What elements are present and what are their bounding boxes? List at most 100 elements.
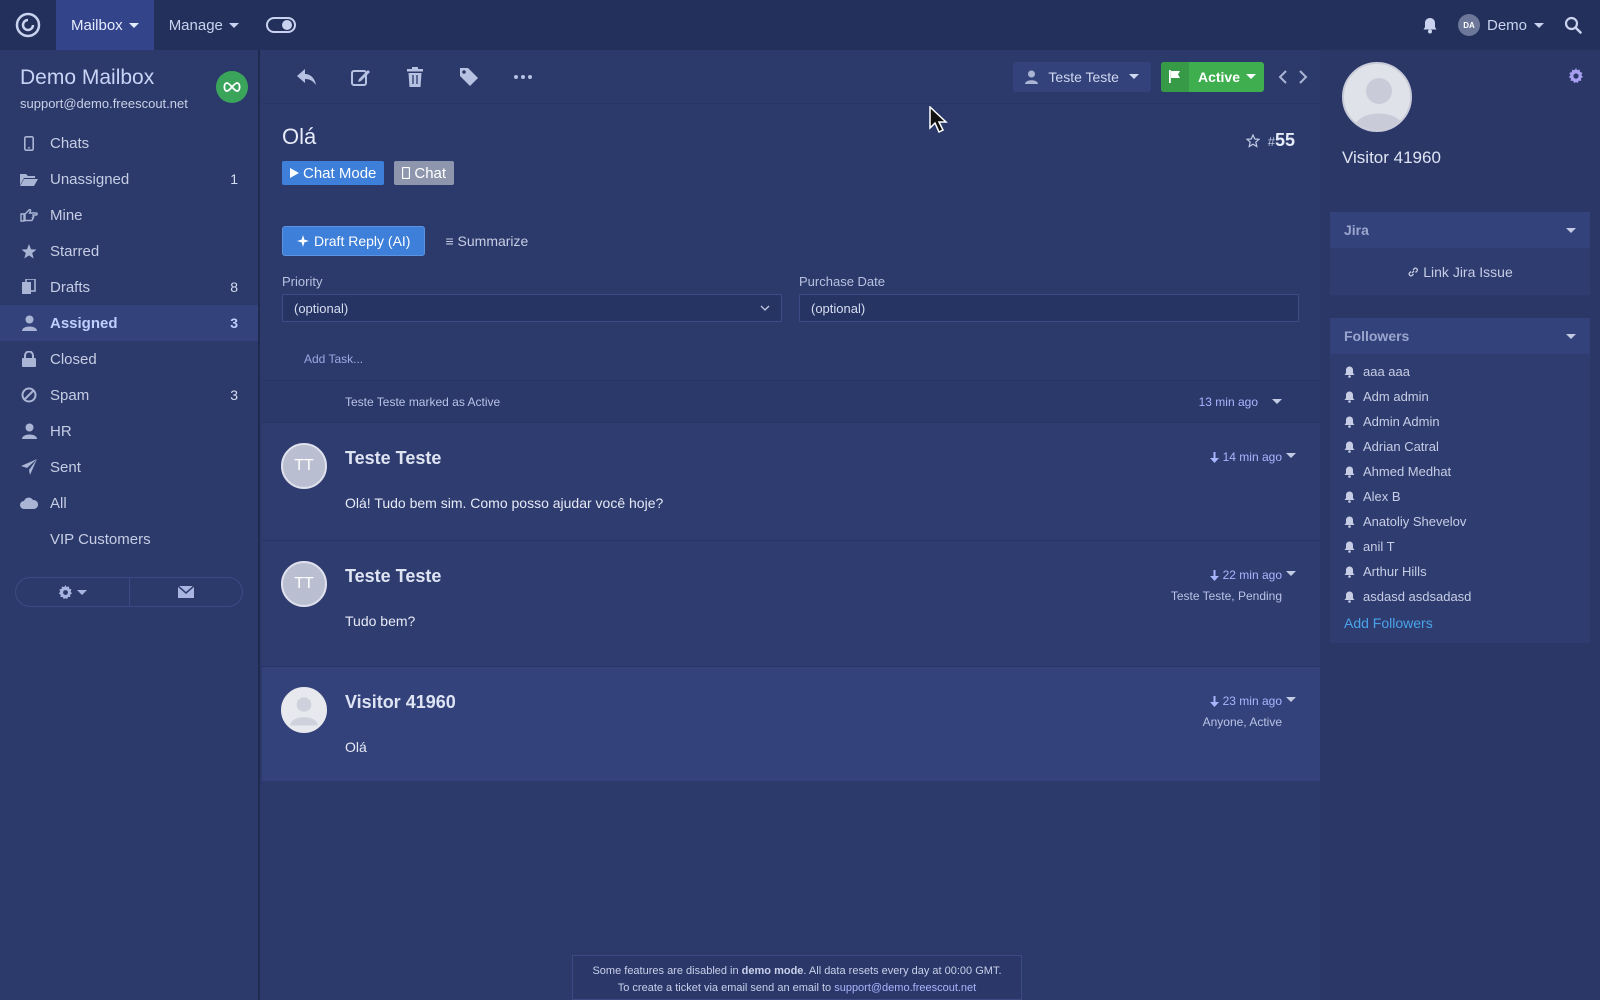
user-menu[interactable]: DA Demo — [1457, 14, 1544, 36]
folder-list: Chats Unassigned 1 Mine Starred Drafts 8 Assign… — [0, 125, 258, 557]
sidebar-item-unassigned[interactable]: Unassigned 1 — [0, 161, 258, 197]
notice-bold: demo mode — [741, 965, 804, 977]
chevron-down-icon[interactable] — [1286, 453, 1296, 458]
chat-tag[interactable]: Chat — [394, 161, 455, 185]
chevron-down-icon[interactable] — [1272, 399, 1282, 404]
mailbox-menu[interactable]: Mailbox — [56, 0, 154, 50]
bell-icon — [1344, 441, 1355, 453]
link-jira-label: Link Jira Issue — [1423, 263, 1513, 280]
message-time: 23 min ago — [1222, 694, 1282, 708]
chevron-down-icon[interactable] — [1286, 571, 1296, 576]
jira-card-header[interactable]: Jira — [1330, 212, 1590, 248]
sidebar-item-closed[interactable]: Closed — [0, 341, 258, 377]
sidebar-item-drafts[interactable]: Drafts 8 — [0, 269, 258, 305]
message-status: Teste Teste, Pending — [1170, 589, 1282, 603]
star-icon[interactable] — [1245, 133, 1260, 148]
freescout-logo-icon[interactable] — [0, 0, 56, 50]
follower-item[interactable]: aaa aaa — [1330, 359, 1590, 384]
lock-icon — [20, 350, 38, 368]
follower-item[interactable]: Alex B — [1330, 484, 1590, 509]
purchase-date-field: Purchase Date (optional) — [799, 274, 1299, 322]
dark-mode-toggle[interactable] — [265, 17, 296, 33]
avatar: TT — [281, 443, 327, 489]
follower-item[interactable]: Ahmed Medhat — [1330, 459, 1590, 484]
more-actions-button[interactable] — [496, 57, 550, 97]
sidebar-item-chats[interactable]: Chats — [0, 125, 258, 161]
chevron-left-icon[interactable] — [1278, 69, 1288, 84]
chat-mode-tag[interactable]: Chat Mode — [282, 161, 385, 185]
follower-name: Alex B — [1363, 489, 1401, 504]
sidebar-item-spam[interactable]: Spam 3 — [0, 377, 258, 413]
chevron-right-icon[interactable] — [1298, 69, 1308, 84]
sidebar-item-assigned[interactable]: Assigned 3 — [0, 305, 258, 341]
support-email-link[interactable]: support@demo.freescout.net — [834, 982, 976, 994]
followers-list: aaa aaa Adm admin Admin Admin Adrian Catral… — [1330, 354, 1590, 609]
mobile-icon — [20, 134, 38, 152]
follower-item[interactable]: Adrian Catral — [1330, 434, 1590, 459]
ellipsis-icon — [514, 74, 532, 79]
edit-button[interactable] — [334, 57, 388, 97]
thread-message: TT Teste Teste Olá! Tudo bem sim. Como p… — [262, 422, 1320, 540]
event-time: 13 min ago — [1198, 394, 1258, 409]
follower-item[interactable]: asdasd asdsadasd — [1330, 584, 1590, 609]
customer-name[interactable]: Visitor 41960 — [1342, 148, 1441, 168]
follower-item[interactable]: Arthur Hills — [1330, 559, 1590, 584]
notice-text: To create a ticket via email send an ema… — [617, 982, 835, 994]
reply-button[interactable] — [280, 57, 334, 97]
add-task-link[interactable]: Add Task... — [262, 322, 1320, 385]
sidebar-item-starred[interactable]: Starred — [0, 233, 258, 269]
chevron-down-icon — [76, 589, 87, 595]
manage-menu[interactable]: Manage — [154, 0, 254, 50]
sidebar-item-mine[interactable]: Mine — [0, 197, 258, 233]
chat-label: Chat — [414, 164, 447, 182]
follower-item[interactable]: Adm admin — [1330, 384, 1590, 409]
follower-name: Adrian Catral — [1363, 439, 1439, 454]
tag-button[interactable] — [442, 57, 496, 97]
assignee-name: Teste Teste — [1048, 68, 1119, 85]
follower-item[interactable]: Admin Admin — [1330, 409, 1590, 434]
assignee-dropdown[interactable]: Teste Teste — [1013, 61, 1151, 92]
status-dropdown[interactable]: Active — [1160, 61, 1264, 92]
message-author: Visitor 41960 — [345, 692, 456, 712]
add-followers-link[interactable]: Add Followers — [1330, 609, 1590, 643]
bell-icon[interactable] — [1422, 17, 1438, 34]
ai-actions: Draft Reply (AI) ≡ Summarize — [262, 189, 1320, 262]
sidebar-item-all[interactable]: All — [0, 485, 258, 521]
follower-item[interactable]: anil T — [1330, 534, 1590, 559]
sidebar-item-label: Unassigned — [50, 170, 130, 188]
mailbox-menu-label: Mailbox — [71, 16, 123, 34]
search-icon[interactable] — [1564, 16, 1582, 34]
follower-item[interactable]: Anatoliy Shevelov — [1330, 509, 1590, 534]
purchase-date-value: (optional) — [811, 300, 866, 316]
followers-card: Followers aaa aaa Adm admin Admin Admin Adr… — [1330, 318, 1590, 643]
link-icon — [1408, 267, 1419, 276]
followers-card-header[interactable]: Followers — [1330, 318, 1590, 354]
new-email-button[interactable] — [130, 578, 243, 606]
priority-field: Priority (optional) — [282, 274, 782, 322]
conversation-subject[interactable]: Olá — [282, 124, 1300, 150]
follower-name: Adm admin — [1363, 389, 1429, 404]
sidebar-item-label: Starred — [50, 242, 100, 260]
sidebar-item-label: VIP Customers — [50, 530, 151, 548]
mobile-icon — [402, 167, 411, 179]
sidebar-item-label: Chats — [50, 134, 90, 152]
sidebar-item-sent[interactable]: Sent — [0, 449, 258, 485]
draft-reply-ai-button[interactable]: Draft Reply (AI) — [282, 225, 426, 256]
number-prefix: # — [1267, 134, 1275, 149]
link-jira-issue-button[interactable]: Link Jira Issue — [1330, 248, 1590, 295]
mailbox-name[interactable]: Demo Mailbox — [20, 66, 238, 90]
sidebar-item-hr[interactable]: HR — [0, 413, 258, 449]
gear-icon[interactable] — [1568, 68, 1584, 84]
conversation-panel: Teste Teste Active Olá #55 Chat Mode Cha… — [262, 50, 1320, 1000]
chevron-down-icon[interactable] — [1286, 697, 1296, 702]
purchase-date-input[interactable]: (optional) — [799, 294, 1299, 322]
summarize-button[interactable]: ≡ Summarize — [445, 233, 528, 249]
mailbox-settings-button[interactable] — [16, 578, 130, 606]
delete-button[interactable] — [388, 57, 442, 97]
infinity-icon[interactable] — [216, 71, 248, 103]
priority-select[interactable]: (optional) — [282, 294, 782, 322]
sidebar-item-label: Mine — [50, 206, 83, 224]
bell-icon — [1344, 491, 1355, 503]
sidebar-item-vip-customers[interactable]: VIP Customers — [0, 521, 258, 557]
bell-icon — [1344, 391, 1355, 403]
